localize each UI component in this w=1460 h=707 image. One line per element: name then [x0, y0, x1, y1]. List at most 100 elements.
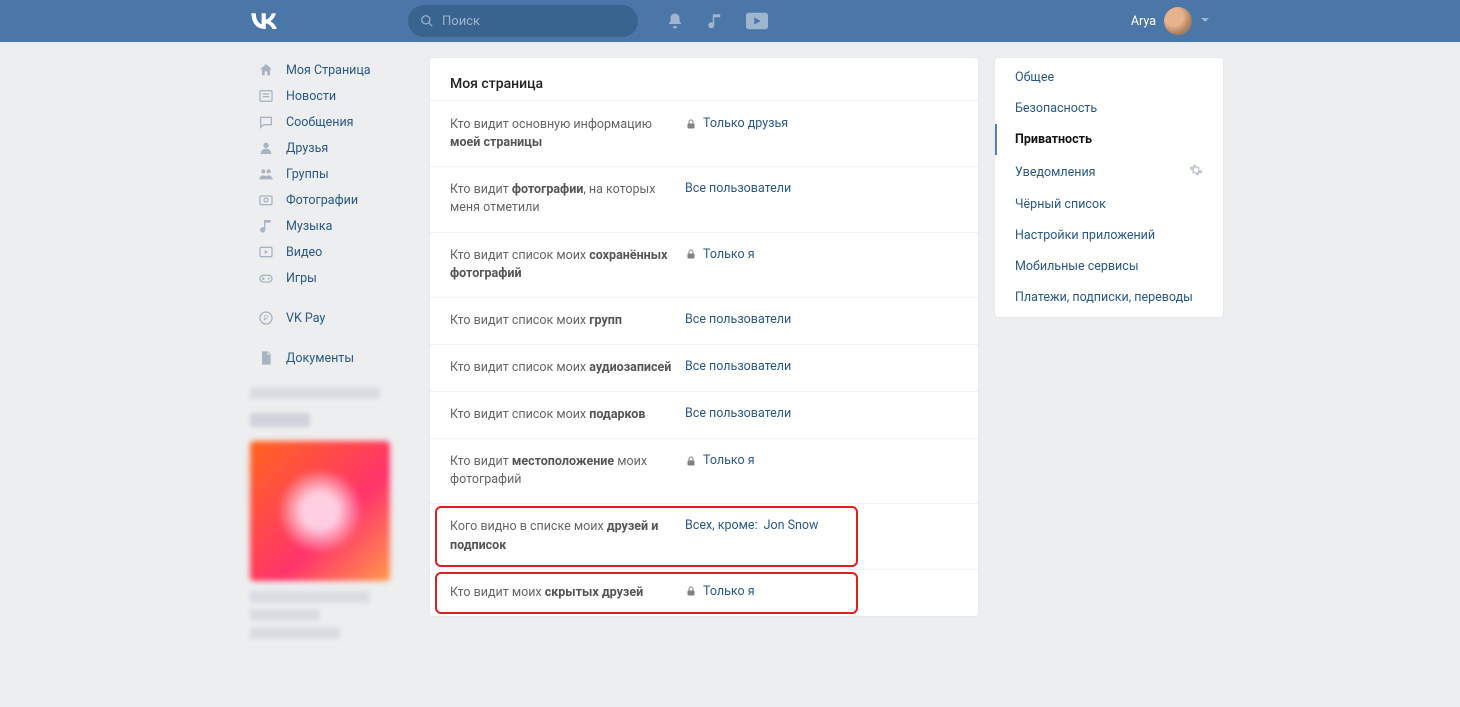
notifications-icon[interactable]	[666, 12, 684, 30]
privacy-value[interactable]: Только я	[685, 247, 755, 262]
sidebar-item-0[interactable]: Моя Страница	[250, 57, 414, 83]
settings-nav-item-5[interactable]: Настройки приложений	[995, 220, 1223, 251]
privacy-row-2: Кто видит список моих сохранённых фотогр…	[430, 232, 978, 297]
privacy-value-text: Всех, кроме:	[685, 518, 758, 533]
sidebar-item-2[interactable]: Сообщения	[250, 109, 414, 135]
privacy-row-4: Кто видит список моих аудиозаписейВсе по…	[430, 344, 978, 391]
privacy-label: Кто видит фотографии, на которых меня от…	[450, 181, 685, 217]
privacy-value[interactable]: Все пользователи	[685, 359, 791, 374]
music-icon	[256, 218, 276, 234]
chevron-down-icon	[1200, 14, 1210, 29]
pay-icon: ₽	[256, 310, 276, 326]
privacy-row-7: Кого видно в списке моих друзей и подпис…	[430, 503, 978, 568]
privacy-row-5: Кто видит список моих подарковВсе пользо…	[430, 391, 978, 438]
sidebar-extra-1[interactable]: Документы	[250, 345, 414, 371]
header-icons	[666, 12, 768, 30]
sidebar-item-label: Видео	[286, 245, 322, 260]
settings-nav: Общее Безопасность Приватность Уведомления Ч…	[994, 57, 1224, 645]
music-icon[interactable]	[706, 12, 724, 30]
privacy-value-text: Только друзья	[703, 116, 788, 131]
groups-icon	[256, 166, 276, 182]
settings-card: Моя страница Кто видит основную информац…	[429, 57, 979, 617]
sidebar-item-1[interactable]: Новости	[250, 83, 414, 109]
sidebar-item-label: VK Pay	[286, 311, 325, 326]
privacy-label: Кто видит основную информацию моей стран…	[450, 116, 685, 152]
privacy-row-0: Кто видит основную информацию моей стран…	[430, 101, 978, 166]
privacy-value[interactable]: Только я	[685, 453, 755, 468]
news-icon	[256, 88, 276, 104]
settings-nav-label: Уведомления	[1015, 165, 1096, 180]
page-wrap: Моя Страница НовостиСообщения Друзья Группы…	[250, 57, 1210, 645]
search-placeholder: Поиск	[442, 14, 480, 29]
privacy-value-text: Все пользователи	[685, 181, 791, 196]
sidebar-item-8[interactable]: Игры	[250, 265, 414, 291]
settings-nav-item-3[interactable]: Уведомления	[995, 155, 1223, 189]
privacy-label: Кто видит моих скрытых друзей	[450, 584, 685, 602]
search-input[interactable]: Поиск	[408, 5, 638, 37]
lock-icon	[685, 248, 697, 260]
privacy-value[interactable]: Только я	[685, 584, 755, 599]
settings-nav-label: Безопасность	[1015, 101, 1097, 116]
privacy-value-text: Все пользователи	[685, 406, 791, 421]
sidebar-extra-0[interactable]: ₽ VK Pay	[250, 305, 414, 331]
settings-nav-item-7[interactable]: Платежи, подписки, переводы	[995, 282, 1223, 317]
privacy-value[interactable]: Все пользователи	[685, 406, 791, 421]
blurred-ad-block	[250, 387, 414, 639]
sidebar-item-label: Фотографии	[286, 193, 358, 208]
settings-nav-label: Общее	[1015, 70, 1054, 85]
privacy-label: Кого видно в списке моих друзей и подпис…	[450, 518, 685, 554]
privacy-label: Кто видит список моих подарков	[450, 406, 685, 424]
sidebar-item-5[interactable]: Фотографии	[250, 187, 414, 213]
sidebar-item-label: Документы	[286, 351, 354, 366]
photo-icon	[256, 192, 276, 208]
header-bar: Поиск Arya	[0, 0, 1460, 42]
sidebar-item-label: Игры	[286, 271, 317, 286]
card-title: Моя страница	[430, 58, 978, 100]
settings-nav-label: Настройки приложений	[1015, 228, 1155, 243]
settings-nav-label: Чёрный список	[1015, 197, 1106, 212]
settings-nav-item-4[interactable]: Чёрный список	[995, 189, 1223, 220]
sidebar-item-4[interactable]: Группы	[250, 161, 414, 187]
friend-icon	[256, 140, 276, 156]
privacy-value-text: Только я	[703, 453, 755, 468]
sidebar-item-label: Друзья	[286, 141, 328, 156]
left-sidebar: Моя Страница НовостиСообщения Друзья Группы…	[250, 57, 414, 645]
header-inner: Поиск Arya	[250, 0, 1210, 42]
avatar	[1164, 7, 1192, 35]
settings-nav-label: Мобильные сервисы	[1015, 259, 1139, 274]
settings-nav-label: Платежи, подписки, переводы	[1015, 290, 1193, 305]
user-menu[interactable]: Arya	[1131, 7, 1210, 35]
lock-icon	[685, 455, 697, 467]
privacy-label: Кто видит список моих аудиозаписей	[450, 359, 685, 377]
vk-logo-icon[interactable]	[250, 13, 278, 29]
sidebar-item-3[interactable]: Друзья	[250, 135, 414, 161]
privacy-value-text: Только я	[703, 247, 755, 262]
privacy-value[interactable]: Все пользователи	[685, 312, 791, 327]
sidebar-item-7[interactable]: Видео	[250, 239, 414, 265]
settings-nav-item-2[interactable]: Приватность	[995, 124, 1223, 155]
settings-nav-label: Приватность	[1015, 132, 1092, 147]
sidebar-item-6[interactable]: Музыка	[250, 213, 414, 239]
sidebar-item-label: Группы	[286, 167, 329, 182]
settings-nav-item-6[interactable]: Мобильные сервисы	[995, 251, 1223, 282]
privacy-value-text: Все пользователи	[685, 312, 791, 327]
privacy-value[interactable]: Всех, кроме: Jon Snow	[685, 518, 818, 533]
privacy-row-1: Кто видит фотографии, на которых меня от…	[430, 166, 978, 231]
settings-nav-item-1[interactable]: Безопасность	[995, 93, 1223, 124]
privacy-value-text: Все пользователи	[685, 359, 791, 374]
sidebar-item-label: Моя Страница	[286, 63, 371, 78]
privacy-value[interactable]: Только друзья	[685, 116, 788, 131]
msg-icon	[256, 114, 276, 130]
search-icon	[420, 14, 434, 28]
gear-icon[interactable]	[1189, 163, 1203, 181]
docs-icon	[256, 350, 276, 366]
privacy-label: Кто видит местоположение моих фотографий	[450, 453, 685, 489]
privacy-value[interactable]: Все пользователи	[685, 181, 791, 196]
privacy-row-6: Кто видит местоположение моих фотографий…	[430, 438, 978, 503]
video-icon[interactable]	[746, 12, 768, 30]
video-icon	[256, 244, 276, 260]
lock-icon	[685, 585, 697, 597]
privacy-row-8: Кто видит моих скрытых друзейТолько я	[430, 569, 978, 616]
settings-nav-item-0[interactable]: Общее	[995, 58, 1223, 93]
svg-text:₽: ₽	[264, 314, 269, 323]
